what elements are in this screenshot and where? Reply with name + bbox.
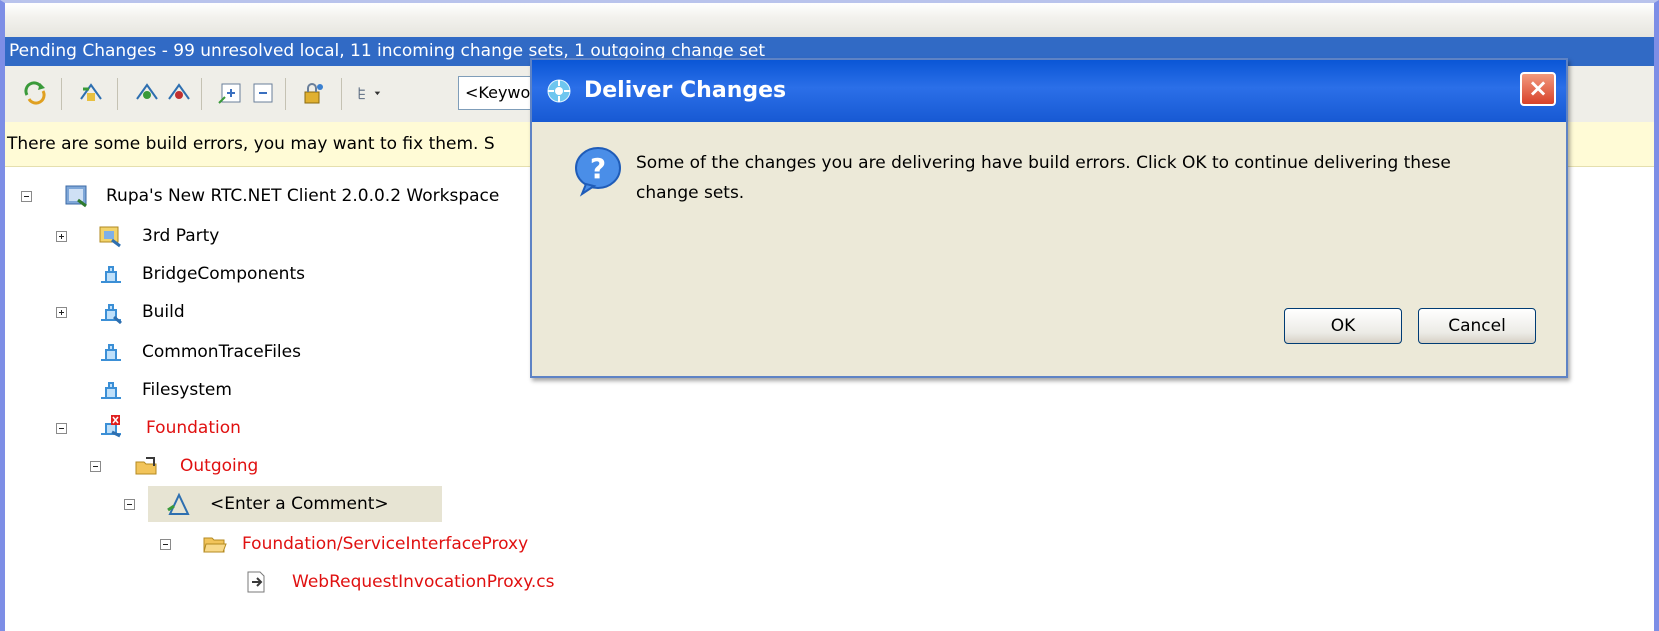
tree-row-bridgecomponents[interactable]: BridgeComponents bbox=[0, 258, 540, 290]
tree-row-commontracefiles[interactable]: CommonTraceFiles bbox=[0, 336, 540, 368]
toolbar-separator bbox=[61, 78, 62, 110]
tree-row-foundation[interactable]: Foundation bbox=[0, 412, 540, 444]
toolbar-separator bbox=[117, 78, 118, 110]
tree-row-3rd-party[interactable]: 3rd Party bbox=[0, 220, 540, 252]
component-icon bbox=[99, 226, 121, 248]
tree-row-filesystem[interactable]: Filesystem bbox=[0, 374, 540, 406]
tree-label: <Enter a Comment> bbox=[210, 494, 389, 514]
toolbar-separator bbox=[285, 78, 286, 110]
tree-label: Foundation/ServiceInterfaceProxy bbox=[242, 534, 529, 554]
file-change-icon bbox=[247, 571, 265, 593]
workspace-icon bbox=[65, 185, 87, 208]
svg-text:?: ? bbox=[590, 152, 606, 185]
cancel-button[interactable]: Cancel bbox=[1418, 308, 1536, 344]
collapse-toggle-icon[interactable] bbox=[56, 423, 67, 434]
tree-label: WebRequestInvocationProxy.cs bbox=[292, 572, 555, 592]
close-button[interactable]: × bbox=[1520, 72, 1556, 106]
toolbar-separator bbox=[341, 78, 342, 110]
question-icon: ? bbox=[575, 147, 621, 197]
component-icon bbox=[101, 344, 121, 361]
tree-label: Rupa's New RTC.NET Client 2.0.0.2 Worksp… bbox=[106, 186, 500, 206]
deliver-all-icon[interactable] bbox=[165, 79, 193, 107]
tree-label: Foundation bbox=[146, 418, 241, 438]
change-set-icon bbox=[167, 492, 190, 515]
dialog-title: Deliver Changes bbox=[532, 60, 1566, 122]
window-top-band bbox=[5, 3, 1654, 38]
deliver-icon[interactable] bbox=[133, 79, 161, 107]
dialog-message: Some of the changes you are delivering h… bbox=[636, 153, 1451, 203]
deliver-changes-dialog: Deliver Changes × ? Some of the changes … bbox=[530, 58, 1568, 378]
tree-row-build[interactable]: Build bbox=[0, 296, 540, 328]
tree-label: 3rd Party bbox=[142, 226, 220, 246]
collapse-toggle-icon[interactable] bbox=[90, 461, 101, 472]
tree-label: BridgeComponents bbox=[142, 264, 305, 284]
expand-toggle-icon[interactable] bbox=[56, 231, 67, 242]
collapse-all-icon[interactable] bbox=[249, 79, 277, 107]
expand-toggle-icon[interactable] bbox=[56, 307, 67, 318]
component-error-icon bbox=[101, 415, 121, 438]
toolbar-separator bbox=[201, 78, 202, 110]
component-icon bbox=[101, 266, 121, 283]
collapse-toggle-icon[interactable] bbox=[124, 499, 135, 510]
tree-row-workspace[interactable]: Rupa's New RTC.NET Client 2.0.0.2 Worksp… bbox=[0, 180, 540, 212]
tree-label: Filesystem bbox=[142, 380, 232, 400]
tree-label: Build bbox=[142, 302, 185, 322]
refresh-icon[interactable] bbox=[21, 79, 49, 107]
collapse-toggle-icon[interactable] bbox=[21, 191, 32, 202]
tree-row-file[interactable]: WebRequestInvocationProxy.cs bbox=[0, 566, 640, 598]
expand-all-icon[interactable] bbox=[217, 79, 245, 107]
outgoing-folder-icon bbox=[135, 457, 157, 475]
folder-icon bbox=[203, 537, 227, 553]
tree-label: CommonTraceFiles bbox=[142, 342, 301, 362]
accept-incoming-icon[interactable] bbox=[77, 79, 105, 107]
layout-menu-icon[interactable] bbox=[355, 79, 383, 107]
ok-button[interactable]: OK bbox=[1284, 308, 1402, 344]
component-icon bbox=[101, 304, 122, 324]
app-icon bbox=[547, 79, 571, 103]
component-icon bbox=[101, 382, 121, 399]
tree-row-folder[interactable]: Foundation/ServiceInterfaceProxy bbox=[0, 528, 600, 560]
tree-row-outgoing[interactable]: Outgoing bbox=[0, 450, 540, 482]
tree-row-change-set[interactable]: <Enter a Comment> bbox=[0, 488, 540, 520]
collapse-toggle-icon[interactable] bbox=[160, 539, 171, 550]
lock-icon[interactable] bbox=[299, 79, 327, 107]
tree-label: Outgoing bbox=[180, 456, 259, 476]
